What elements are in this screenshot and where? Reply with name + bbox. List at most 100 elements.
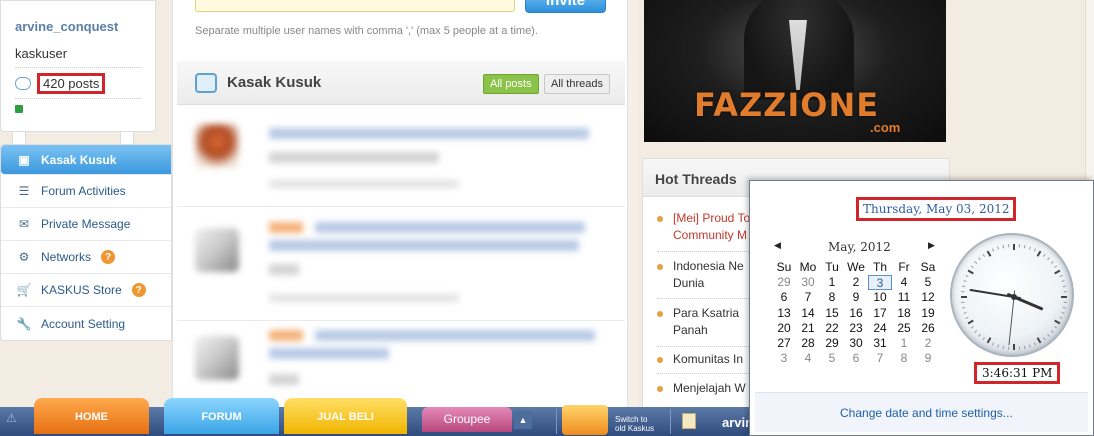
long-date-link[interactable]: Thursday, May 03, 2012: [856, 197, 1017, 221]
calendar-day[interactable]: 18: [892, 306, 916, 321]
calendar-day[interactable]: 3: [868, 275, 892, 291]
banner-ad[interactable]: FAZZIONE .com: [644, 0, 946, 142]
forum-tab[interactable]: FORUM: [164, 398, 279, 434]
calendar-day[interactable]: 16: [844, 306, 868, 321]
calendar-day[interactable]: 25: [892, 321, 916, 336]
clock-tick: [1042, 253, 1046, 257]
calendar-day[interactable]: 21: [796, 321, 820, 336]
calendar-month-label[interactable]: May, 2012: [828, 240, 891, 254]
change-date-time-link[interactable]: Change date and time settings...: [840, 406, 1013, 420]
hot-thread-item[interactable]: Menjelajah W: [657, 380, 746, 397]
clock-tick: [991, 248, 995, 252]
post-count[interactable]: 420 posts: [37, 73, 106, 94]
clock-tick: [1036, 337, 1042, 344]
calendar-day[interactable]: 12: [916, 290, 940, 305]
sidebar-item-kaskus-store[interactable]: 🛒 KASKUS Store ?: [1, 274, 171, 307]
calendar-day[interactable]: 6: [844, 351, 868, 366]
sidebar-item-private-message[interactable]: ✉ Private Message: [1, 208, 171, 241]
clock-tick: [965, 316, 969, 320]
calendar-day[interactable]: 2: [916, 336, 940, 351]
feed-post[interactable]: [195, 326, 615, 406]
calendar-day[interactable]: 8: [820, 290, 844, 305]
calendar-day[interactable]: 8: [892, 351, 916, 366]
weekday-label: Tu: [825, 260, 839, 274]
calendar-day[interactable]: 20: [772, 321, 796, 336]
invite-button[interactable]: Invite: [525, 0, 606, 13]
post-title-blurred: [315, 222, 585, 233]
calendar-day[interactable]: 14: [796, 306, 820, 321]
expand-arrow-button[interactable]: ▲: [514, 411, 532, 429]
main-feed-column: Invite Separate multiple user names with…: [172, 0, 628, 436]
sidebar-item-label: Account Setting: [41, 316, 126, 331]
post-snippet-blurred: [269, 152, 439, 163]
clock-tick: [1054, 265, 1058, 269]
switch-old-kaskus-link[interactable]: Switch to old Kaskus: [615, 415, 654, 433]
post-snippet-blurred: [269, 374, 299, 385]
post-meta-blurred: [269, 294, 459, 302]
calendar-day[interactable]: 6: [772, 290, 796, 305]
sidebar-item-account-setting[interactable]: 🔧 Account Setting: [1, 307, 171, 340]
calendar-day[interactable]: 30: [844, 336, 868, 351]
hot-thread-item[interactable]: [Mei] Proud To Community M: [657, 210, 750, 244]
clock-tick: [967, 269, 974, 275]
calendar-day[interactable]: 23: [844, 321, 868, 336]
help-icon[interactable]: ?: [101, 250, 116, 264]
help-icon[interactable]: ?: [131, 283, 146, 297]
calendar-day[interactable]: 22: [820, 321, 844, 336]
notes-icon[interactable]: [682, 413, 696, 429]
sidebar-item-label: Private Message: [41, 217, 131, 231]
calendar-day[interactable]: 10: [868, 290, 892, 305]
tab-all-threads[interactable]: All threads: [544, 74, 610, 94]
calendar-day[interactable]: 4: [796, 351, 820, 366]
feed-post[interactable]: [195, 124, 615, 194]
calendar-day[interactable]: 7: [868, 351, 892, 366]
chat-icon: [195, 72, 217, 93]
calendar-day[interactable]: 4: [892, 275, 916, 290]
calendar-day[interactable]: 17: [868, 306, 892, 321]
sidebar-item-kasak-kusuk[interactable]: ▣ Kasak Kusuk: [1, 145, 171, 175]
calendar-day[interactable]: 1: [892, 336, 916, 351]
calendar-day[interactable]: 9: [916, 351, 940, 366]
calendar-day[interactable]: 31: [868, 336, 892, 351]
calendar-day[interactable]: 26: [916, 321, 940, 336]
calendar-day[interactable]: 15: [820, 306, 844, 321]
calendar-day[interactable]: 27: [772, 336, 796, 351]
calendar-day[interactable]: 28: [796, 336, 820, 351]
tab-all-posts[interactable]: All posts: [483, 74, 539, 94]
clock-tick: [991, 342, 995, 346]
calendar-day[interactable]: 30: [796, 275, 820, 290]
calendar-day[interactable]: 2: [844, 275, 868, 290]
calendar-prev-button[interactable]: ◀: [774, 240, 781, 251]
hot-thread-item[interactable]: Komunitas In: [657, 351, 743, 368]
calendar-day[interactable]: 13: [772, 306, 796, 321]
calendar-day[interactable]: 5: [916, 275, 940, 290]
hot-thread-item[interactable]: Indonesia Ne Dunia: [657, 258, 744, 292]
divider: [556, 409, 557, 434]
sidebar-item-label: KASKUS Store: [41, 283, 122, 297]
feed-post[interactable]: [195, 218, 615, 308]
warning-icon[interactable]: ⚠: [6, 411, 17, 425]
calendar-day[interactable]: 9: [844, 290, 868, 305]
sidebar-item-forum-activities[interactable]: ☰ Forum Activities: [1, 175, 171, 208]
calendar-day[interactable]: 1: [820, 275, 844, 290]
calendar-day[interactable]: 7: [796, 290, 820, 305]
home-tab[interactable]: HOME: [34, 398, 149, 434]
switch-kaskus-icon[interactable]: [562, 405, 608, 435]
calendar-day[interactable]: 11: [892, 290, 916, 305]
hot-thread-item[interactable]: Para Ksatria Panah: [657, 305, 739, 339]
post-meta-blurred: [269, 180, 459, 188]
user-group: kaskuser: [15, 46, 141, 68]
calendar-day[interactable]: 5: [820, 351, 844, 366]
invite-username-input[interactable]: [195, 0, 515, 12]
jual-beli-tab[interactable]: JUAL BELI: [284, 398, 407, 434]
calendar-day[interactable]: 29: [772, 275, 796, 290]
calendar-day[interactable]: 3: [772, 351, 796, 366]
username-link[interactable]: arvine_conquest: [15, 19, 141, 34]
groupee-tab[interactable]: Groupee: [422, 407, 512, 432]
sidebar-item-networks[interactable]: ⚙ Networks ?: [1, 241, 171, 274]
hot-thread-title: Dunia: [673, 276, 705, 290]
calendar-next-button[interactable]: ▶: [928, 240, 935, 251]
calendar-day[interactable]: 19: [916, 306, 940, 321]
calendar-day[interactable]: 24: [868, 321, 892, 336]
calendar-day[interactable]: 29: [820, 336, 844, 351]
